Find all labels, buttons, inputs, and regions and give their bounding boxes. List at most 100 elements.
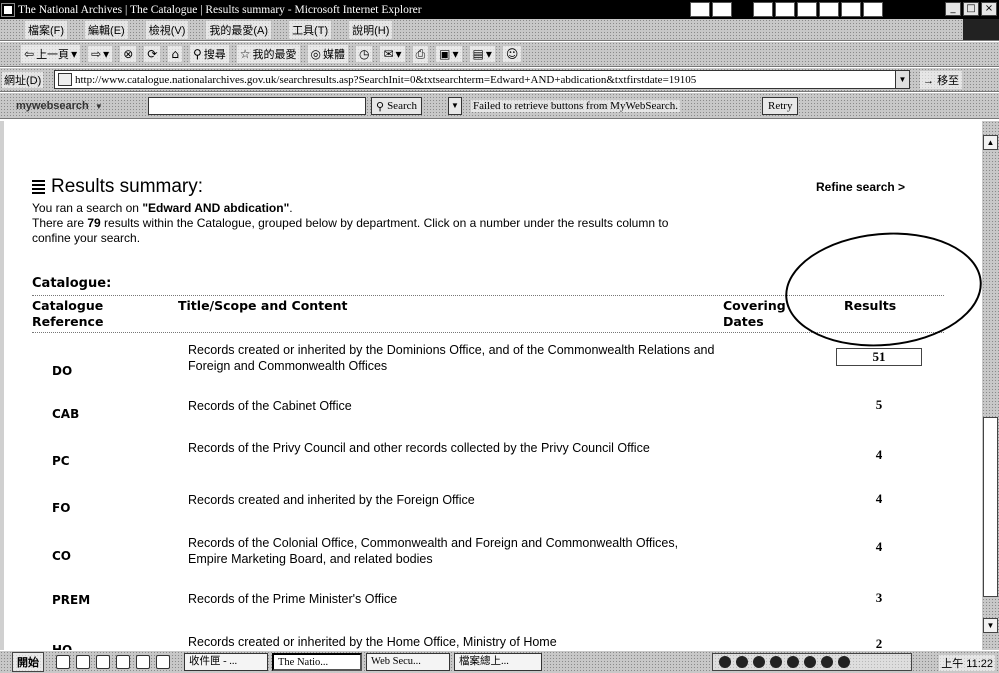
ext-icon-6[interactable] <box>819 2 839 17</box>
task-explorer[interactable]: 檔案總上... <box>454 653 542 671</box>
history-button[interactable]: ◷ <box>354 45 374 63</box>
ext-icon-3[interactable] <box>753 2 773 17</box>
windows-logo <box>963 19 999 40</box>
tray-icon[interactable] <box>821 656 833 668</box>
refresh-button[interactable]: ⟳ <box>143 45 162 63</box>
menu-favorites[interactable]: 我的最愛(A) <box>205 19 273 40</box>
edit-button[interactable]: ▣ ▾ <box>435 45 463 63</box>
retry-button[interactable]: Retry <box>762 97 799 115</box>
row-results-link[interactable]: 3 <box>836 590 922 606</box>
row-results-link[interactable]: 5 <box>836 397 922 413</box>
vertical-scrollbar[interactable]: ▲ ▼ <box>982 121 999 650</box>
tray-icon[interactable] <box>838 656 850 668</box>
menu-view[interactable]: 檢視(V) <box>144 19 190 40</box>
refresh-icon: ⟳ <box>147 47 158 61</box>
taskbar-clock: 上午 11:22 <box>939 655 995 671</box>
mail-icon: ✉ <box>383 47 394 61</box>
ext-icon-5[interactable] <box>797 2 817 17</box>
menu-file[interactable]: 檔案(F) <box>24 19 69 40</box>
row-results-link[interactable]: 2 <box>836 636 922 650</box>
menu-edit[interactable]: 編輯(E) <box>84 19 129 40</box>
quick-launch-messenger-icon[interactable] <box>136 655 150 669</box>
mywebsearch-dropdown-icon[interactable]: ▼ <box>95 102 103 111</box>
tray-icon[interactable] <box>753 656 765 668</box>
home-button[interactable]: ⌂ <box>167 45 183 63</box>
address-url[interactable]: http://www.catalogue.nationalarchives.go… <box>75 74 903 86</box>
row-results-link[interactable]: 4 <box>836 539 922 555</box>
refine-search-link[interactable]: Refine search > <box>816 180 905 194</box>
minimize-icon[interactable]: _ <box>945 2 961 16</box>
quick-launch-media-icon[interactable] <box>116 655 130 669</box>
search-button[interactable]: ⚲ 搜尋 <box>188 44 230 64</box>
tray-icon[interactable] <box>770 656 782 668</box>
ext-icon-1[interactable] <box>690 2 710 17</box>
row-results-link[interactable]: 51 <box>836 348 922 366</box>
row-description: Records of the Privy Council and other r… <box>188 441 650 455</box>
quick-launch-player-icon[interactable] <box>156 655 170 669</box>
mail-button[interactable]: ✉ ▾ <box>379 45 406 63</box>
media-button[interactable]: ◎ 媒體 <box>306 44 349 64</box>
tray-icon[interactable] <box>736 656 748 668</box>
tray-icon[interactable] <box>804 656 816 668</box>
row-reference: CAB <box>52 407 80 421</box>
scroll-up-icon[interactable]: ▲ <box>983 135 998 150</box>
scroll-down-icon[interactable]: ▼ <box>983 618 998 633</box>
start-button[interactable]: 開始 <box>12 652 44 672</box>
task-national-archives[interactable]: The Natio... <box>272 653 362 671</box>
quick-launch-ie-icon[interactable] <box>56 655 70 669</box>
system-tray <box>712 653 912 671</box>
discuss-button[interactable]: ▤ ▾ <box>468 45 496 63</box>
back-dropdown-icon[interactable]: ▾ <box>71 47 77 61</box>
ext-icon-4[interactable] <box>775 2 795 17</box>
forward-dropdown-icon[interactable]: ▾ <box>103 47 109 61</box>
stop-button[interactable]: ⊗ <box>119 45 138 63</box>
row-results-link[interactable]: 4 <box>836 491 922 507</box>
mail-dropdown-icon[interactable]: ▾ <box>396 47 402 61</box>
print-button[interactable]: ⎙ <box>411 44 430 64</box>
menu-tools[interactable]: 工具(T) <box>288 19 333 40</box>
column-dates-line1: Covering <box>723 298 786 313</box>
count-prefix: There are <box>32 216 88 230</box>
quick-launch-outlook-icon[interactable] <box>96 655 110 669</box>
mywebsearch-input[interactable] <box>148 97 366 115</box>
taskbar: 開始 收件匣 - ... The Natio... Web Secu... 檔案… <box>0 650 999 673</box>
row-description: Records of the Prime Minister's Office <box>188 592 398 606</box>
mywebsearch-search-button[interactable]: ⚲ Search <box>371 97 422 115</box>
menu-help[interactable]: 說明(H) <box>348 19 394 40</box>
address-label: 網址(D) <box>2 71 44 88</box>
standard-toolbar: ⇦ 上一頁 ▾ ⇨ ▾ ⊗ ⟳ ⌂ ⚲ 搜尋 ☆ 我的最愛 ◎ 媒體 ◷ ✉ ▾ … <box>0 42 999 67</box>
column-ref-line2: Reference <box>32 314 104 329</box>
close-icon[interactable]: × <box>981 2 997 16</box>
row-reference: FO <box>52 501 71 515</box>
messenger-button[interactable]: ☺ <box>501 45 523 63</box>
tray-icon[interactable] <box>719 656 731 668</box>
ext-icon-7[interactable] <box>841 2 861 17</box>
task-web-security[interactable]: Web Secu... <box>366 653 450 671</box>
results-summary-header: Results summary: <box>32 176 203 198</box>
edit-icon: ▣ <box>439 47 451 61</box>
address-field[interactable]: http://www.catalogue.nationalarchives.go… <box>54 70 910 89</box>
discuss-dropdown-icon[interactable]: ▾ <box>486 47 492 61</box>
page-title: Results summary: <box>51 176 204 197</box>
quick-launch-desktop-icon[interactable] <box>76 655 90 669</box>
mywebsearch-search-dropdown-icon[interactable]: ▼ <box>448 97 462 115</box>
back-button[interactable]: ⇦ 上一頁 ▾ <box>20 44 82 64</box>
row-results-link[interactable]: 4 <box>836 447 922 463</box>
mywebsearch-logo[interactable]: mywebsearch ▼ <box>16 100 103 112</box>
search-label: 搜尋 <box>203 49 226 61</box>
ext-icon-2[interactable] <box>712 2 732 17</box>
forward-button[interactable]: ⇨ ▾ <box>87 45 114 63</box>
home-icon: ⌂ <box>171 47 179 61</box>
task-inbox[interactable]: 收件匣 - ... <box>184 653 268 671</box>
edit-dropdown-icon[interactable]: ▾ <box>453 47 459 61</box>
go-button[interactable]: → 移至 <box>920 71 963 89</box>
mywebsearch-logo-text: mywebsearch <box>16 99 89 112</box>
address-dropdown-icon[interactable]: ▼ <box>895 70 910 89</box>
header-top-rule <box>32 295 944 296</box>
title-bar: The National Archives | The Catalogue | … <box>0 0 999 19</box>
favorites-button[interactable]: ☆ 我的最愛 <box>235 44 301 64</box>
maximize-icon[interactable]: □ <box>963 2 979 16</box>
ext-icon-8[interactable] <box>863 2 883 17</box>
tray-icon[interactable] <box>787 656 799 668</box>
scroll-thumb[interactable] <box>983 417 998 597</box>
